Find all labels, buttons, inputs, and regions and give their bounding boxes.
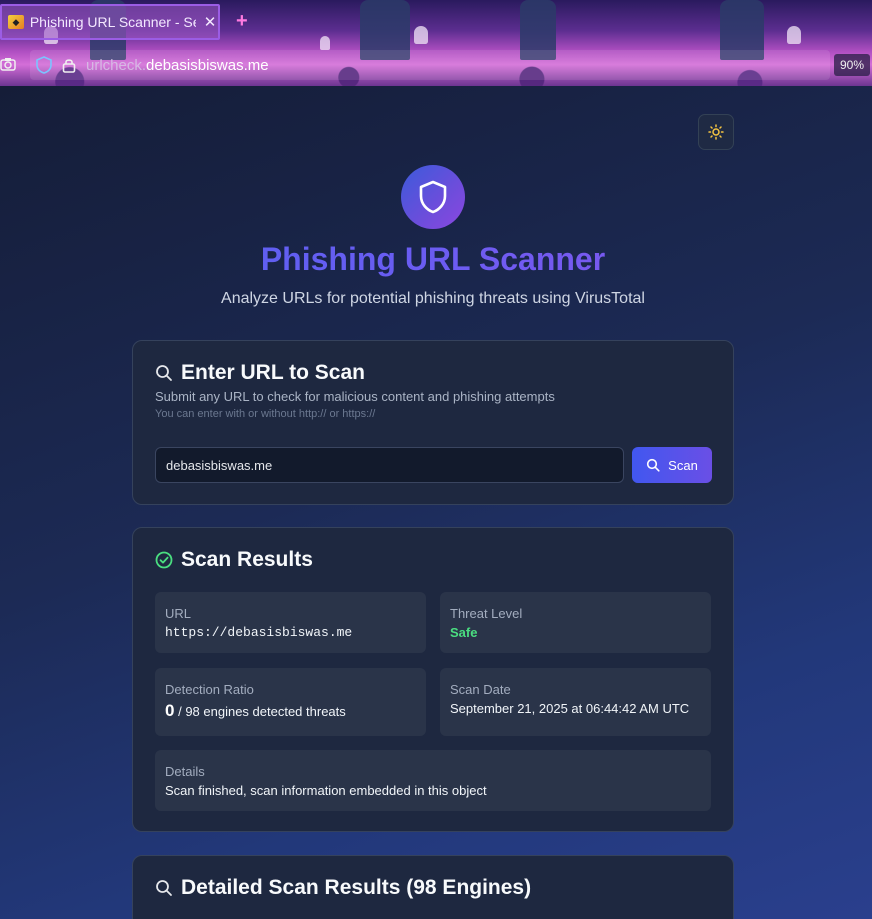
result-url-box: URL https://debasisbiswas.me xyxy=(155,592,426,653)
scan-results-card: Scan Results URL https://debasisbiswas.m… xyxy=(132,527,734,832)
result-date-box: Scan Date September 21, 2025 at 06:44:42… xyxy=(440,668,711,736)
hero-shield-badge xyxy=(401,165,465,229)
search-icon xyxy=(647,458,660,472)
tab-favicon-icon: ◆ xyxy=(8,15,24,29)
result-ratio-value: 0 / 98 engines detected threats xyxy=(165,701,416,721)
ghost-decoration xyxy=(414,26,428,44)
threat-level-badge: Safe xyxy=(450,625,478,640)
detailed-card-title: Detailed Scan Results (98 Engines) xyxy=(181,876,532,899)
result-details-value: Scan finished, scan information embedded… xyxy=(165,783,487,798)
result-date-label: Scan Date xyxy=(450,682,511,697)
detailed-card-header: Detailed Scan Results (98 Engines) xyxy=(155,876,711,900)
result-ratio-box: Detection Ratio 0 / 98 engines detected … xyxy=(155,668,426,736)
tab-title: Phishing URL Scanner - Se xyxy=(29,14,197,30)
result-details-label: Details xyxy=(165,764,205,779)
scan-card-title: Enter URL to Scan xyxy=(181,361,365,384)
lock-icon[interactable] xyxy=(62,57,76,73)
result-threat-box: Threat Level Safe xyxy=(440,592,711,653)
result-threat-label: Threat Level xyxy=(450,606,523,621)
result-details-box: Details Scan finished, scan information … xyxy=(155,750,711,811)
tab-close-icon[interactable]: ✕ xyxy=(202,13,218,31)
page-content: Phishing URL Scanner Analyze URLs for po… xyxy=(0,86,872,919)
url-field[interactable]: urlcheck.debasisbiswas.me xyxy=(30,50,830,80)
scan-button-label: Scan xyxy=(668,457,698,473)
zoom-level-badge[interactable]: 90% xyxy=(833,54,870,76)
detection-count: 0 xyxy=(165,701,175,720)
theme-toggle-button[interactable] xyxy=(698,114,734,150)
new-tab-button[interactable]: + xyxy=(236,10,248,33)
url-input[interactable] xyxy=(155,447,624,483)
scan-button[interactable]: Scan xyxy=(632,447,712,483)
results-card-title: Scan Results xyxy=(181,548,313,571)
result-url-label: URL xyxy=(165,606,192,621)
search-icon xyxy=(156,880,172,896)
result-date-value: September 21, 2025 at 06:44:42 AM UTC xyxy=(450,701,690,716)
page-subtitle: Analyze URLs for potential phishing thre… xyxy=(221,290,645,307)
scan-card-header: Enter URL to Scan xyxy=(155,361,711,385)
scan-form: Scan xyxy=(155,447,712,483)
browser-chrome: ◆ Phishing URL Scanner - Se ✕ + urlcheck… xyxy=(0,0,872,86)
ghost-decoration xyxy=(787,26,801,44)
results-card-header: Scan Results xyxy=(155,548,711,572)
scan-input-card: Enter URL to Scan Submit any URL to chec… xyxy=(132,340,734,505)
shield-icon[interactable] xyxy=(36,56,52,74)
url-text: urlcheck.debasisbiswas.me xyxy=(86,57,269,74)
sun-icon xyxy=(708,124,724,140)
detailed-results-card: Detailed Scan Results (98 Engines) xyxy=(132,855,734,919)
browser-tab-active[interactable]: ◆ Phishing URL Scanner - Se ✕ xyxy=(0,4,220,40)
url-domain: debasisbiswas.me xyxy=(146,56,269,74)
scan-description: Submit any URL to check for malicious co… xyxy=(155,389,555,404)
result-ratio-label: Detection Ratio xyxy=(165,682,254,697)
url-prefix: urlcheck. xyxy=(86,56,147,74)
check-circle-icon xyxy=(155,551,173,569)
search-icon xyxy=(156,365,172,381)
detection-total: / 98 engines detected threats xyxy=(178,704,346,719)
scan-hint: You can enter with or without http:// or… xyxy=(155,408,376,420)
shield-icon xyxy=(419,180,447,214)
address-bar: urlcheck.debasisbiswas.me 90% xyxy=(0,48,872,82)
camera-icon[interactable] xyxy=(0,57,16,71)
result-url-value: https://debasisbiswas.me xyxy=(165,625,353,640)
page-title: Phishing URL Scanner xyxy=(0,241,866,278)
